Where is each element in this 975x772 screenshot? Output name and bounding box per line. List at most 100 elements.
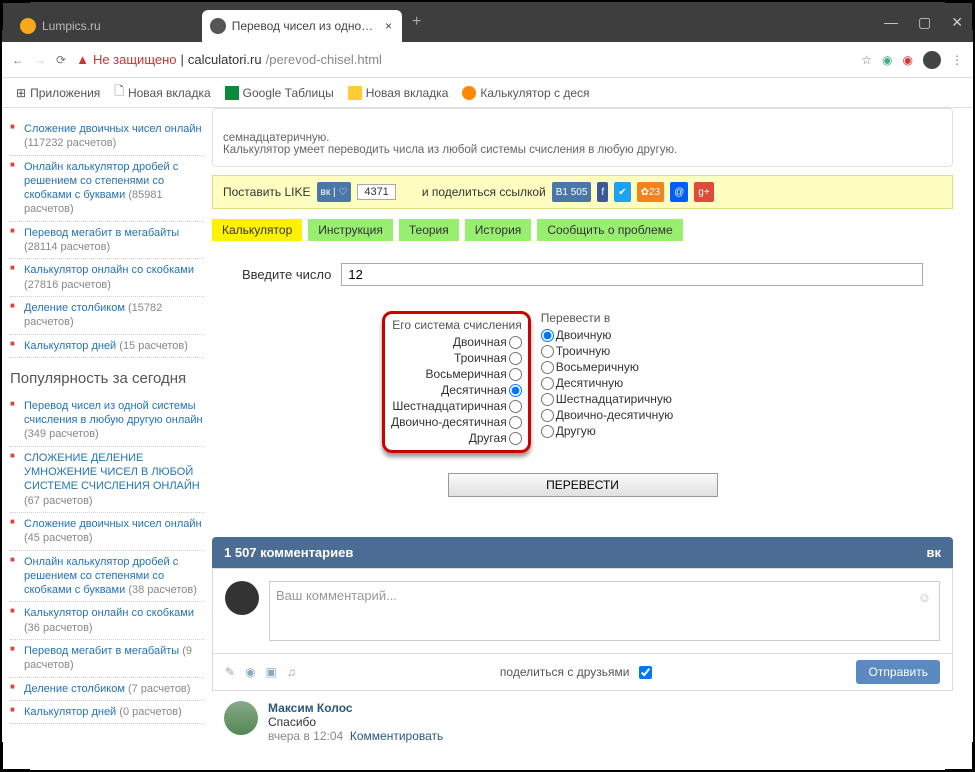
- from-option[interactable]: Шестнадцатиричная: [391, 398, 522, 414]
- favicon-icon: [210, 18, 226, 34]
- gplus-share-button[interactable]: g+: [694, 182, 713, 202]
- share-friends-label: поделиться с друзьями: [500, 665, 630, 679]
- calc-tabs: Калькулятор Инструкция Теория ИсторияСообщи…: [212, 219, 953, 241]
- comment-text: Спасибо: [268, 715, 443, 729]
- share-label: и поделиться ссылкой: [422, 185, 546, 199]
- ok-share-button[interactable]: ✿ 23: [637, 182, 665, 202]
- vk-logo-icon: вк: [927, 545, 942, 560]
- browser-tab-active[interactable]: Перевод чисел из одной систе... ×: [202, 10, 402, 42]
- fb-share-button[interactable]: f: [597, 182, 608, 202]
- minimize-icon[interactable]: —: [884, 14, 898, 31]
- to-option[interactable]: Двоичную: [541, 327, 674, 343]
- convert-button[interactable]: ПЕРЕВЕСТИ: [448, 473, 718, 497]
- sidebar-item[interactable]: Деление столбиком (15782 расчетов): [10, 297, 204, 335]
- ext-icon[interactable]: ◉: [903, 53, 913, 67]
- comment-reply[interactable]: Комментировать: [350, 729, 443, 743]
- sidebar-item[interactable]: Сложение двоичных чисел онлайн (117232 р…: [10, 118, 204, 156]
- from-option[interactable]: Другая: [391, 430, 522, 446]
- sidebar-item[interactable]: Перевод мегабит в мегабайты (28114 расче…: [10, 222, 204, 260]
- reload-icon[interactable]: ⟳: [56, 53, 66, 67]
- to-option[interactable]: Двоично-десятичную: [541, 407, 674, 423]
- emoji-icon[interactable]: ☺: [918, 590, 931, 605]
- back-icon[interactable]: ←: [12, 53, 24, 67]
- sidebar-heading: Популярность за сегодня: [10, 370, 204, 387]
- sidebar: Сложение двоичных чисел онлайн (117232 р…: [2, 108, 212, 770]
- avatar: [224, 701, 258, 735]
- from-option[interactable]: Двоичная: [391, 334, 522, 350]
- main-content: ‎ семнадцатеричную. Калькулятор умеет пе…: [212, 108, 973, 770]
- to-option[interactable]: Восьмеричную: [541, 359, 674, 375]
- to-option[interactable]: Шестнадцатиричную: [541, 391, 674, 407]
- address-bar: ← → ⟳ ▲ Не защищено | calculatori.ru/per…: [2, 42, 973, 78]
- from-option[interactable]: Восьмеричная: [391, 366, 522, 382]
- from-option[interactable]: Троичная: [391, 350, 522, 366]
- calc-tab[interactable]: Калькулятор: [212, 219, 302, 241]
- sidebar-item[interactable]: Калькулятор дней (0 расчетов): [10, 701, 204, 724]
- share-friends-checkbox[interactable]: [639, 666, 652, 679]
- sidebar-item[interactable]: Онлайн калькулятор дробей с решением со …: [10, 551, 204, 603]
- description-box: ‎ семнадцатеричную. Калькулятор умеет пе…: [212, 108, 953, 167]
- to-option[interactable]: Троичную: [541, 343, 674, 359]
- sidebar-item[interactable]: Перевод мегабит в мегабайты (9 расчетов): [10, 640, 204, 678]
- window-titlebar: Lumpics.ru Перевод чисел из одной систе.…: [2, 2, 973, 42]
- forward-icon[interactable]: →: [34, 53, 46, 67]
- send-button[interactable]: Отправить: [856, 660, 940, 684]
- sidebar-item[interactable]: Деление столбиком (7 расчетов): [10, 678, 204, 701]
- vk-share-button[interactable]: В 1 505: [552, 182, 592, 202]
- apps-button[interactable]: ⊞ Приложения: [12, 84, 104, 102]
- attach-draw-icon[interactable]: ✎: [225, 665, 235, 679]
- mail-share-button[interactable]: @: [670, 182, 688, 202]
- bookmarks-bar: ⊞ Приложения 🗋 Новая вкладка Google Табл…: [2, 78, 973, 108]
- sidebar-item[interactable]: Калькулятор онлайн со скобками (27816 ра…: [10, 259, 204, 297]
- bookmark-item[interactable]: Новая вкладка: [344, 84, 453, 102]
- attach-video-icon[interactable]: ▣: [266, 665, 277, 679]
- sidebar-item[interactable]: Калькулятор дней (15 расчетов): [10, 335, 204, 358]
- ext-icon[interactable]: ◉: [882, 53, 892, 67]
- to-system-group: Перевести в Двоичную Троичную Восьмеричн…: [541, 311, 674, 453]
- like-label: Поставить LIKE: [223, 185, 311, 199]
- attach-audio-icon[interactable]: ♫: [287, 665, 296, 679]
- vk-like-button[interactable]: вк | ♡: [317, 182, 352, 202]
- bookmark-item[interactable]: Google Таблицы: [221, 84, 338, 102]
- url-path: /perevod-chisel.html: [266, 52, 382, 67]
- calc-tab[interactable]: История: [465, 219, 532, 241]
- sidebar-item[interactable]: Перевод чисел из одной системы счисления…: [10, 395, 204, 447]
- from-header: Его система счисления: [391, 318, 522, 332]
- comment-time: вчера в 12:04: [268, 729, 343, 743]
- sidebar-item[interactable]: Калькулятор онлайн со скобками (36 расче…: [10, 602, 204, 640]
- sidebar-item[interactable]: Сложение двоичных чисел онлайн (45 расче…: [10, 513, 204, 551]
- to-option[interactable]: Другую: [541, 423, 674, 439]
- from-option[interactable]: Двоично-десятичная: [391, 414, 522, 430]
- browser-tab[interactable]: Lumpics.ru: [12, 10, 202, 42]
- sidebar-item[interactable]: СЛОЖЕНИЕ ДЕЛЕНИЕ УМНОЖЕНИЕ ЧИСЕЛ В ЛЮБОЙ…: [10, 447, 204, 513]
- bookmark-item[interactable]: Калькулятор с деся: [458, 84, 593, 102]
- maximize-icon[interactable]: ▢: [918, 14, 931, 31]
- number-input[interactable]: [341, 263, 923, 286]
- comment-author[interactable]: Максим Колос: [268, 701, 443, 715]
- to-header: Перевести в: [541, 311, 674, 325]
- calc-tab[interactable]: Инструкция: [308, 219, 393, 241]
- attach-photo-icon[interactable]: ◉: [245, 665, 255, 679]
- tw-share-button[interactable]: ✔: [614, 182, 630, 202]
- url-host: calculatori.ru: [188, 52, 262, 67]
- like-count: 4371: [357, 184, 395, 200]
- input-label: Введите число: [242, 267, 331, 282]
- from-option[interactable]: Десятичная: [391, 382, 522, 398]
- menu-icon[interactable]: ⋮: [951, 53, 963, 67]
- calc-tab[interactable]: Теория: [399, 219, 459, 241]
- star-icon[interactable]: ☆: [861, 53, 872, 67]
- avatar: [225, 581, 259, 615]
- new-tab-button[interactable]: +: [412, 13, 421, 31]
- comment-item: Максим Колос Спасибо вчера в 12:04 Комме…: [212, 691, 953, 753]
- bookmark-item[interactable]: 🗋 Новая вкладка: [110, 80, 214, 105]
- comment-textarea[interactable]: Ваш комментарий... ☺: [269, 581, 940, 641]
- comments-count: 1 507 комментариев: [224, 545, 353, 560]
- tab-title: Lumpics.ru: [42, 19, 192, 33]
- profile-icon[interactable]: [923, 51, 941, 69]
- comments-widget: 1 507 комментариев вк Ваш комментарий...…: [212, 537, 953, 753]
- close-icon[interactable]: ×: [385, 19, 392, 33]
- sidebar-item[interactable]: Онлайн калькулятор дробей с решением со …: [10, 156, 204, 222]
- calc-tab[interactable]: Сообщить о проблеме: [537, 219, 682, 241]
- url-input[interactable]: ▲ Не защищено | calculatori.ru/perevod-c…: [76, 52, 851, 67]
- to-option[interactable]: Десятичную: [541, 375, 674, 391]
